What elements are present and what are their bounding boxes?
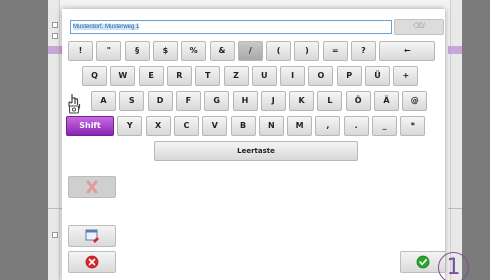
disabled-delete-button[interactable] [68,176,116,198]
key-o[interactable]: O [308,66,334,86]
key-exclamation[interactable]: ! [68,41,93,61]
clear-input-button[interactable]: ⌫/ [394,19,444,35]
background-right-panel [450,0,462,280]
key-d[interactable]: D [147,91,173,111]
key-ö[interactable]: Ö [345,91,371,111]
key-k[interactable]: K [289,91,315,111]
key-p[interactable]: P [336,66,362,86]
key-f[interactable]: F [175,91,201,111]
keyboard-dialog: Musterdorf, Musterweg 1 ⌫/ ! " § $% & /() =? ← Q… [62,9,469,280]
key-x[interactable]: X [145,116,171,136]
key-t[interactable]: T [195,66,221,86]
key-w[interactable]: W [110,66,136,86]
background-divider [448,208,462,209]
key-l[interactable]: L [317,91,343,111]
key-r[interactable]: R [166,66,192,86]
key-v[interactable]: V [202,116,228,136]
key-equals[interactable]: = [322,41,348,61]
key-question[interactable]: ? [351,41,376,61]
key-underscore[interactable]: _ [372,116,397,136]
key-plus[interactable]: + [393,66,419,86]
key-section[interactable]: § [124,41,150,61]
key-ä[interactable]: Ä [374,91,399,111]
key-q[interactable]: Q [82,66,107,86]
key-slash[interactable]: / [237,41,263,61]
key-quote[interactable]: " [96,41,122,61]
key-period[interactable]: . [343,116,369,136]
key-j[interactable]: J [260,91,286,111]
key-shift[interactable]: Shift [66,116,114,136]
input-value: Musterdorf, Musterweg 1 [73,24,140,30]
key-ampersand[interactable]: & [209,41,235,61]
window-edit-icon [85,229,99,243]
key-backspace[interactable]: ← [379,41,436,61]
background-checkbox [52,33,58,39]
edit-window-button[interactable] [68,225,116,247]
key-n[interactable]: N [258,116,284,136]
key-percent[interactable]: % [181,41,207,61]
background-divider [48,208,62,209]
cancel-button[interactable] [68,251,116,273]
key-s[interactable]: S [119,91,145,111]
step-marker: 1 [438,252,469,280]
key-paren-close[interactable]: ) [294,41,320,61]
key-space[interactable]: Leertaste [154,141,358,161]
background-checkbox [52,22,58,28]
x-icon [86,180,98,194]
cancel-icon [85,255,99,269]
key-a[interactable]: A [91,91,116,111]
key-b[interactable]: B [230,116,256,136]
key-z[interactable]: Z [223,66,249,86]
key-y[interactable]: Y [117,116,143,136]
background-left-panel [48,0,60,280]
key-h[interactable]: H [232,91,258,111]
key-asterisk[interactable]: * [400,116,426,136]
background-selection-band [48,46,62,54]
key-dollar[interactable]: $ [152,41,178,61]
background-selection-band [448,46,462,54]
key-paren-open[interactable]: ( [266,41,292,61]
key-e[interactable]: E [138,66,164,86]
key-ü[interactable]: Ü [365,66,390,86]
key-m[interactable]: M [287,116,313,136]
key-at[interactable]: @ [402,91,428,111]
touch-hand-icon[interactable] [67,92,81,114]
key-u[interactable]: U [251,66,277,86]
key-g[interactable]: G [204,91,230,111]
key-c[interactable]: C [173,116,199,136]
text-input[interactable]: Musterdorf, Musterweg 1 [70,20,392,34]
key-comma[interactable]: , [315,116,341,136]
key-i[interactable]: I [280,66,306,86]
background-checkbox [52,232,58,238]
